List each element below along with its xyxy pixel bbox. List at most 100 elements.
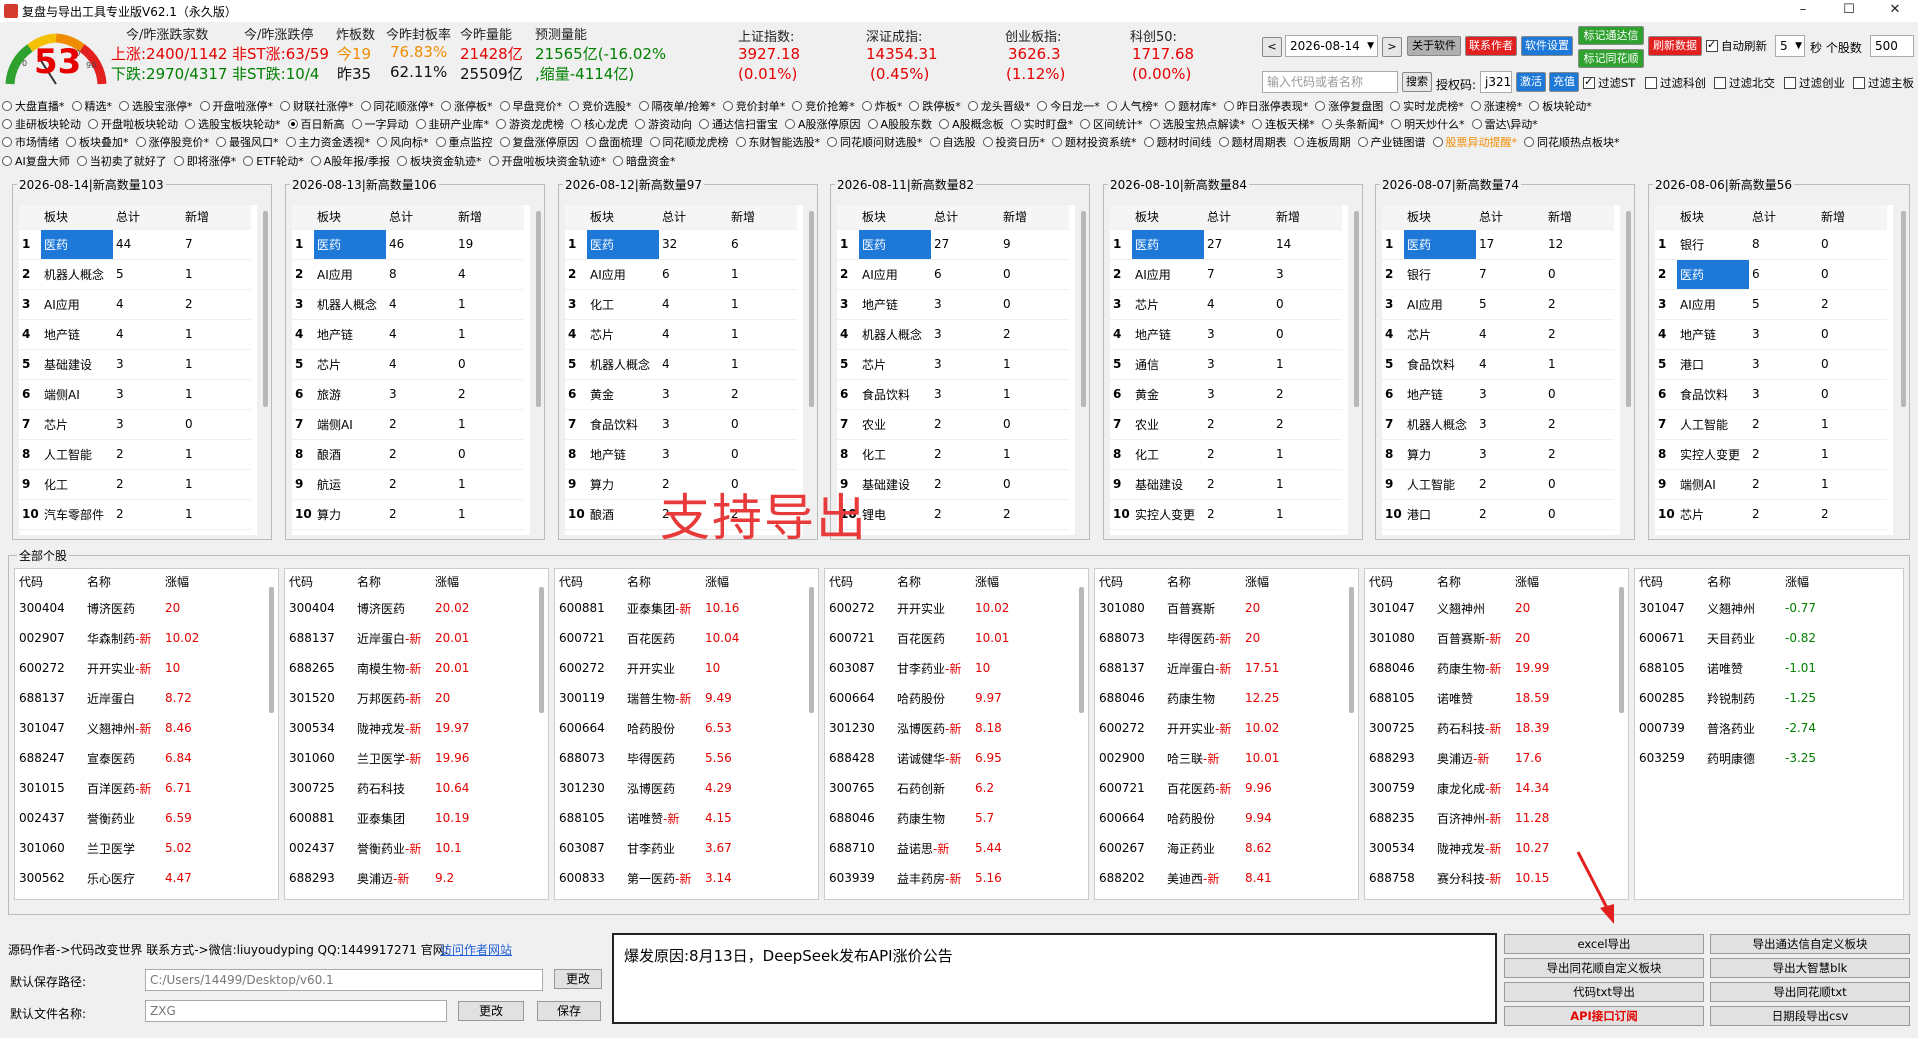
column-header[interactable]: 新增 <box>455 205 524 230</box>
mode-radio-option[interactable]: 跌停板* <box>909 98 961 114</box>
table-row[interactable]: 2 AI应用 6 1 <box>565 259 797 290</box>
table-row[interactable]: 9 人工智能 2 0 <box>1382 469 1614 500</box>
table-row[interactable]: 301047 义翘神州-新 8.46 <box>15 713 221 743</box>
column-header[interactable]: 代码 <box>1095 569 1163 593</box>
export-button[interactable]: 代码txt导出 <box>1504 982 1704 1002</box>
table-row[interactable]: 8 化工 2 1 <box>1110 439 1342 470</box>
table-row[interactable]: 2 机器人概念 5 1 <box>19 259 251 290</box>
table-row[interactable]: 2 AI应用 8 4 <box>292 259 524 290</box>
table-row[interactable]: 6 地产链 3 0 <box>1382 379 1614 410</box>
table-row[interactable]: 600664 哈药股份 9.94 <box>1095 803 1301 833</box>
table-row[interactable]: 301520 万邦医药-新 20 <box>285 683 491 713</box>
table-row[interactable]: 9 航运 2 1 <box>292 469 524 500</box>
table-row[interactable]: 1 银行 8 0 <box>1655 229 1887 260</box>
table-row[interactable]: 8 实控人变更 2 1 <box>1655 439 1887 470</box>
table-row[interactable]: 603259 药明康德 -3.25 <box>1635 743 1841 773</box>
mode-radio-option[interactable]: 早盘竞价* <box>499 98 562 114</box>
column-header[interactable]: 板块 <box>41 205 113 230</box>
scrollbar-thumb[interactable] <box>1354 211 1359 407</box>
column-header[interactable] <box>1655 205 1677 230</box>
mode-radio-option[interactable]: 隔夜单/抢筹* <box>638 98 716 114</box>
search-button[interactable]: 搜索 <box>1402 72 1432 92</box>
column-header[interactable]: 总计 <box>659 205 728 230</box>
mode-radio-option[interactable]: 即将涨停* <box>173 153 236 169</box>
recharge-button[interactable]: 充值 <box>1549 72 1579 92</box>
table-row[interactable]: 600272 开开实业-新 10.02 <box>1095 713 1301 743</box>
scrollbar-thumb[interactable] <box>539 587 544 713</box>
column-header[interactable]: 新增 <box>728 205 797 230</box>
table-row[interactable]: 4 地产链 4 1 <box>19 319 251 350</box>
mode-radio-option[interactable]: 游资动向 <box>635 116 692 132</box>
table-row[interactable]: 600721 百花医药-新 9.96 <box>1095 773 1301 803</box>
column-header[interactable]: 代码 <box>15 569 83 593</box>
column-header[interactable]: 板块 <box>587 205 659 230</box>
table-row[interactable]: 688105 诺唯赞 -1.01 <box>1635 653 1841 683</box>
column-header[interactable] <box>837 205 859 230</box>
maximize-button[interactable]: ☐ <box>1826 0 1872 22</box>
mode-radio-option[interactable]: 明天炒什么* <box>1391 116 1465 132</box>
mode-radio-option[interactable]: 选股宝涨停* <box>119 98 193 114</box>
export-button[interactable]: 日期段导出csv <box>1710 1006 1910 1026</box>
save-button[interactable]: 保存 <box>537 1001 601 1021</box>
table-row[interactable]: 3 机器人概念 4 1 <box>292 289 524 320</box>
table-row[interactable]: 600267 海正药业 8.62 <box>1095 833 1301 863</box>
table-row[interactable]: 8 地产链 3 0 <box>565 439 797 470</box>
column-header[interactable]: 名称 <box>353 569 431 593</box>
table-row[interactable]: 603939 益丰药房-新 5.16 <box>825 863 1031 893</box>
export-button[interactable]: API接口订阅 <box>1504 1006 1704 1026</box>
table-row[interactable]: 300759 康龙化成-新 14.34 <box>1365 773 1571 803</box>
mode-radio-option[interactable]: 股票异动提醒* <box>1432 134 1517 150</box>
filter-main-checkbox[interactable]: 过滤主板 <box>1853 75 1914 91</box>
contact-button[interactable]: 联系作者 <box>1465 36 1517 56</box>
mode-radio-option[interactable]: 精选* <box>71 98 112 114</box>
table-row[interactable]: 600272 开开实业-新 10 <box>15 653 221 683</box>
table-row[interactable]: 688046 药康生物-新 19.99 <box>1365 653 1571 683</box>
column-header[interactable]: 名称 <box>1703 569 1781 593</box>
table-row[interactable]: 000739 普洛药业 -2.74 <box>1635 713 1841 743</box>
stock-list-panel[interactable]: 代码 名称 涨幅 600881 亚泰集团-新 10.16 600721 百花医药 10.04 60… <box>554 568 819 900</box>
mode-radio-option[interactable]: 百日新高 <box>287 116 345 132</box>
mode-radio-option[interactable]: 题材时间线 <box>1143 134 1212 150</box>
mode-radio-option[interactable]: 开盘啦板块资金轨迹* <box>488 153 606 169</box>
table-row[interactable]: 3 AI应用 5 2 <box>1382 289 1614 320</box>
refresh-interval-select[interactable]: 5 ▼ <box>1775 35 1805 57</box>
mode-radio-option[interactable]: 板块资金轨迹* <box>397 153 482 169</box>
mode-radio-option[interactable]: 暗盘资金* <box>613 153 676 169</box>
column-header[interactable]: 板块 <box>1132 205 1204 230</box>
mode-radio-option[interactable]: 财联社涨停* <box>280 98 354 114</box>
table-row[interactable]: 7 机器人概念 3 2 <box>1382 409 1614 440</box>
table-row[interactable]: 5 机器人概念 4 1 <box>565 349 797 380</box>
mode-radio-option[interactable]: 竞价选股* <box>569 98 632 114</box>
table-row[interactable]: 10 实控人变更 2 1 <box>1110 499 1342 530</box>
sector-table[interactable]: 板块 总计 新增 1 医药 27 9 2 AI应用 6 0 3 地产链 3 0 4 机器人概念 3 2 5 芯片 3 1 6 食… <box>837 205 1075 535</box>
auth-code-input[interactable]: j321 <box>1480 71 1512 93</box>
mode-radio-option[interactable]: 产业链图谱 <box>1357 134 1426 150</box>
mode-radio-option[interactable]: 实时盯盘* <box>1010 116 1073 132</box>
table-row[interactable]: 300404 博济医药 20.02 <box>285 593 491 623</box>
mode-radio-option[interactable]: 板块叠加* <box>66 134 129 150</box>
column-header[interactable] <box>565 205 587 230</box>
mode-radio-option[interactable]: 涨停板* <box>441 98 493 114</box>
table-row[interactable]: 1 医药 27 14 <box>1110 229 1342 260</box>
mode-radio-option[interactable]: 韭研产业库* <box>415 116 489 132</box>
table-row[interactable]: 5 基础建设 3 1 <box>19 349 251 380</box>
table-row[interactable]: 300725 药石科技-新 18.39 <box>1365 713 1571 743</box>
date-picker[interactable]: 2026-08-14 ▼ <box>1285 35 1378 57</box>
save-path-input[interactable]: C:/Users/14499/Desktop/v60.1 <box>145 969 543 991</box>
column-header[interactable]: 涨幅 <box>161 569 221 593</box>
mode-radio-option[interactable]: 板块轮动* <box>1529 98 1592 114</box>
mode-radio-option[interactable]: 同花顺涨停* <box>360 98 434 114</box>
column-header[interactable] <box>1110 205 1132 230</box>
column-header[interactable]: 涨幅 <box>1511 569 1571 593</box>
column-header[interactable]: 涨幅 <box>431 569 491 593</box>
stock-list-panel[interactable]: 代码 名称 涨幅 300404 博济医药 20.02 688137 近岸蛋白-新 20.01 68… <box>284 568 549 900</box>
table-row[interactable]: 7 端侧AI 2 1 <box>292 409 524 440</box>
table-row[interactable]: 4 机器人概念 3 2 <box>837 319 1069 350</box>
table-row[interactable]: 600881 亚泰集团 10.19 <box>285 803 491 833</box>
mode-radio-option[interactable]: 一字异动 <box>351 116 409 132</box>
table-row[interactable]: 3 AI应用 4 2 <box>19 289 251 320</box>
scrollbar-thumb[interactable] <box>1626 211 1631 407</box>
table-row[interactable]: 688202 美迪西-新 8.41 <box>1095 863 1301 893</box>
table-row[interactable]: 8 化工 2 1 <box>837 439 1069 470</box>
mode-radio-option[interactable]: A股股东数 <box>867 116 932 132</box>
